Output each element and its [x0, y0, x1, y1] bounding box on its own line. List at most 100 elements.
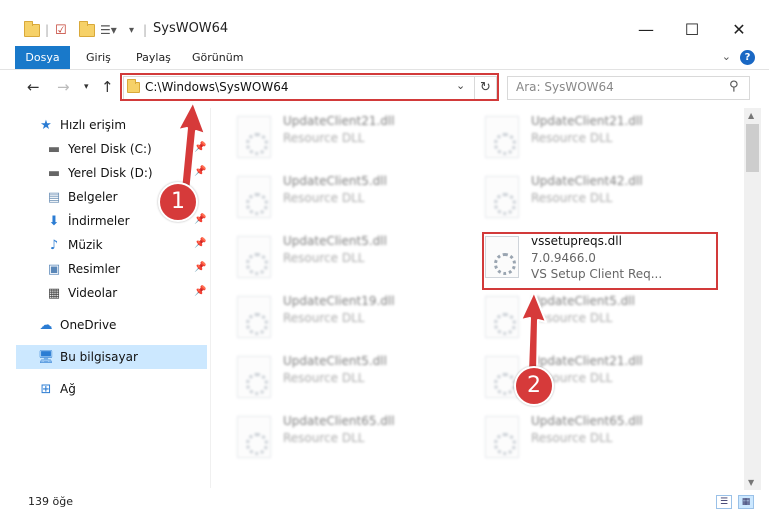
file-name: UpdateClient42.dll: [531, 174, 643, 188]
file-name: UpdateClient5.dll: [283, 174, 387, 188]
drive-icon: ▬: [47, 141, 61, 157]
file-tile[interactable]: UpdateClient21.dll Resource DLL: [485, 114, 705, 168]
pin-icon[interactable]: 📌: [194, 166, 206, 177]
up-arrow-icon[interactable]: ↑: [101, 78, 114, 96]
details-view-icon[interactable]: ☰: [716, 495, 732, 509]
file-type: Resource DLL: [531, 311, 613, 325]
dll-file-icon: [485, 416, 519, 458]
sidebar-item-label: Hızlı erişim: [60, 118, 127, 132]
tab-giris[interactable]: Giriş: [74, 46, 123, 69]
expand-ribbon-icon[interactable]: ⌄: [722, 50, 731, 63]
file-type: Resource DLL: [531, 431, 613, 445]
sidebar-item-local-disk-d[interactable]: ▬ Yerel Disk (D:): [46, 162, 153, 184]
file-name: UpdateClient19.dll: [283, 294, 395, 308]
window-title: SysWOW64: [153, 21, 229, 36]
sidebar-item-label: Müzik: [68, 238, 103, 252]
sidebar-item-quick-access[interactable]: ★ Hızlı erişim: [38, 114, 126, 136]
sidebar-item-label: Bu bilgisayar: [60, 350, 138, 364]
new-folder-icon[interactable]: [79, 20, 95, 40]
search-icon[interactable]: ⚲: [729, 79, 739, 94]
sidebar-item-network[interactable]: ⊞ Ağ: [38, 378, 76, 400]
recent-dropdown-icon[interactable]: ▾: [84, 82, 89, 92]
sidebar-item-music[interactable]: ♪ Müzik: [46, 234, 103, 256]
file-name: UpdateClient21.dll: [531, 354, 643, 368]
sidebar-item-downloads[interactable]: ⬇ İndirmeler: [46, 210, 130, 232]
title-bar: | ☑ ☰▾ ▾ | SysWOW64 — ☐ ✕: [0, 0, 769, 46]
tab-paylas[interactable]: Paylaş: [124, 46, 183, 69]
scroll-up-icon[interactable]: ▲: [748, 111, 754, 120]
pin-icon[interactable]: 📌: [194, 262, 206, 273]
cloud-icon: ☁: [39, 317, 53, 333]
file-highlight-box: [482, 232, 718, 290]
file-tile[interactable]: UpdateClient42.dll Resource DLL: [485, 174, 705, 228]
pin-icon[interactable]: 📌: [194, 142, 206, 153]
forward-arrow-icon[interactable]: →: [57, 78, 70, 96]
file-type: Resource DLL: [283, 251, 365, 265]
file-name: UpdateClient21.dll: [531, 114, 643, 128]
minimize-button[interactable]: —: [634, 18, 658, 40]
file-name: UpdateClient5.dll: [283, 354, 387, 368]
dll-file-icon: [485, 176, 519, 218]
scrollbar-thumb[interactable]: [746, 124, 759, 172]
file-name: UpdateClient65.dll: [531, 414, 643, 428]
sidebar-item-label: Videolar: [68, 286, 118, 300]
tab-dosya[interactable]: Dosya: [15, 46, 70, 69]
address-highlight-box: [120, 73, 499, 101]
sidebar-item-local-disk-c[interactable]: ▬ Yerel Disk (C:): [46, 138, 152, 160]
sidebar-item-onedrive[interactable]: ☁ OneDrive: [38, 314, 117, 336]
step-1-badge: 1: [158, 182, 198, 222]
file-type: Resource DLL: [531, 131, 613, 145]
sidebar-item-videos[interactable]: ▦ Videolar: [46, 282, 117, 304]
file-tile[interactable]: UpdateClient5.dll Resource DLL: [485, 294, 705, 348]
properties-icon[interactable]: ☑: [55, 20, 67, 40]
videos-icon: ▦: [47, 285, 61, 301]
file-type: Resource DLL: [283, 311, 365, 325]
file-tile[interactable]: UpdateClient65.dll Resource DLL: [237, 414, 457, 468]
pin-icon[interactable]: 📌: [194, 286, 206, 297]
file-tile[interactable]: UpdateClient5.dll Resource DLL: [237, 174, 457, 228]
sidebar-item-pictures[interactable]: ▣ Resimler: [46, 258, 120, 280]
scroll-down-icon[interactable]: ▼: [748, 478, 754, 487]
file-type: Resource DLL: [283, 131, 365, 145]
back-arrow-icon[interactable]: ←: [27, 78, 40, 96]
quick-access-dropdown-icon[interactable]: ▾: [129, 20, 134, 40]
tab-gorunum[interactable]: Görünüm: [180, 46, 255, 69]
file-name: UpdateClient5.dll: [283, 234, 387, 248]
help-icon[interactable]: ?: [740, 50, 755, 65]
sidebar-item-this-pc[interactable]: 🖥 Bu bilgisayar: [38, 346, 138, 368]
drive-icon: ▬: [47, 165, 61, 181]
file-name: UpdateClient21.dll: [283, 114, 395, 128]
dll-file-icon: [485, 296, 519, 338]
file-type: Resource DLL: [283, 191, 365, 205]
maximize-button[interactable]: ☐: [680, 18, 704, 40]
item-count: 139 öğe: [28, 495, 73, 508]
file-tile[interactable]: UpdateClient5.dll Resource DLL: [237, 234, 457, 288]
dll-file-icon: [237, 356, 271, 398]
file-tile[interactable]: UpdateClient21.dll Resource DLL: [237, 114, 457, 168]
dll-file-icon: [237, 116, 271, 158]
close-button[interactable]: ✕: [727, 18, 751, 40]
file-tile[interactable]: UpdateClient5.dll Resource DLL: [237, 354, 457, 408]
pictures-icon: ▣: [47, 261, 61, 277]
search-placeholder[interactable]: Ara: SysWOW64: [516, 80, 614, 94]
file-name: UpdateClient65.dll: [283, 414, 395, 428]
tiles-view-icon[interactable]: ▦: [738, 495, 754, 509]
customize-icon[interactable]: ☰▾: [100, 20, 117, 40]
file-tile[interactable]: UpdateClient65.dll Resource DLL: [485, 414, 705, 468]
file-tile[interactable]: UpdateClient19.dll Resource DLL: [237, 294, 457, 348]
folder-icon: [24, 20, 40, 40]
dll-file-icon: [485, 116, 519, 158]
file-name: UpdateClient5.dll: [531, 294, 635, 308]
music-icon: ♪: [49, 237, 59, 253]
download-icon: ⬇: [48, 213, 60, 229]
dll-file-icon: [237, 296, 271, 338]
file-type: Resource DLL: [283, 371, 365, 385]
pin-icon[interactable]: 📌: [194, 214, 206, 225]
sidebar-item-documents[interactable]: ▤ Belgeler: [46, 186, 118, 208]
ribbon-tabs: Dosya Giriş Paylaş Görünüm ⌄ ?: [0, 46, 769, 70]
status-bar: [0, 490, 769, 521]
sidebar-item-label: İndirmeler: [68, 214, 130, 228]
network-icon: ⊞: [40, 381, 52, 397]
computer-icon: 🖥: [37, 349, 55, 365]
pin-icon[interactable]: 📌: [194, 238, 206, 249]
